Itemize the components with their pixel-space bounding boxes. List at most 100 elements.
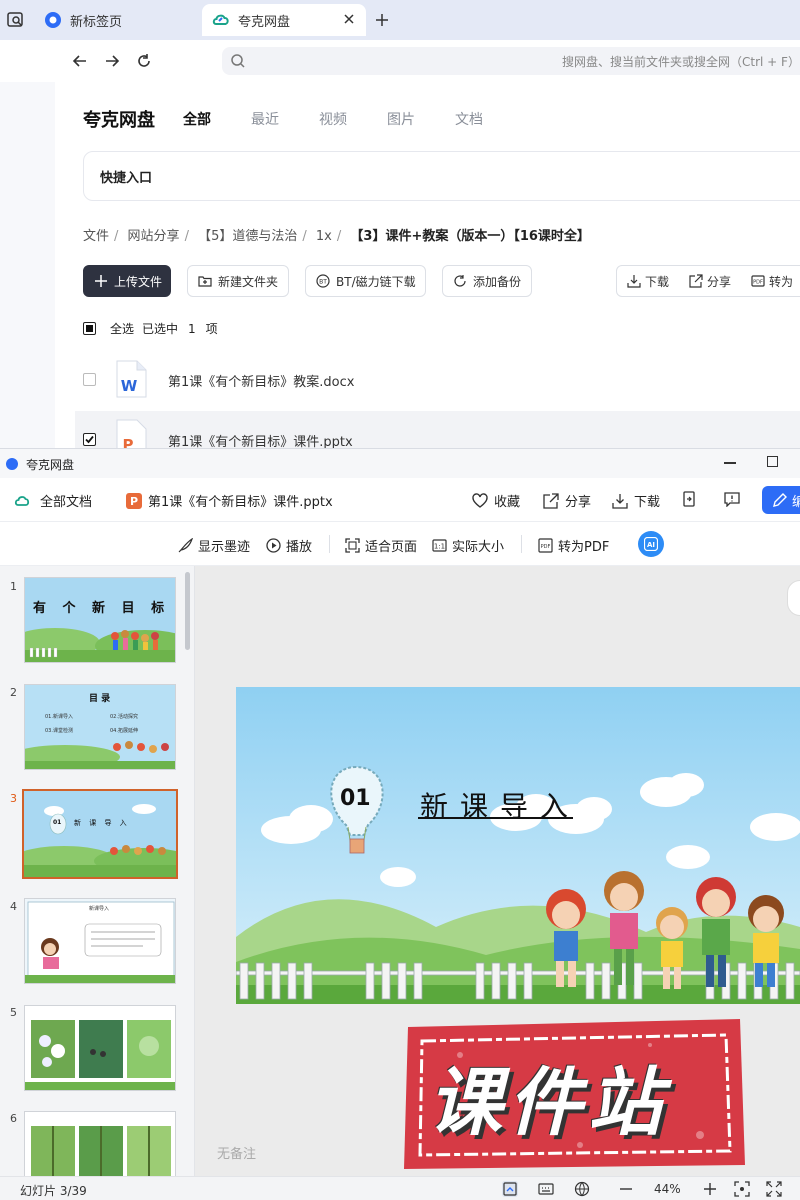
nav-tab-all[interactable]: 全部 — [183, 109, 211, 129]
search-input[interactable]: 搜网盘、搜当前文件夹或搜全网（Ctrl + F） — [222, 47, 800, 75]
toolbar-divider — [329, 535, 330, 553]
back-arrow-icon[interactable] — [70, 51, 90, 71]
folder-plus-icon — [198, 276, 212, 287]
selected-text: 已选中 — [142, 322, 179, 336]
word-doc-icon: W — [116, 360, 147, 398]
keyboard-icon[interactable] — [538, 1181, 554, 1197]
zoom-in-icon[interactable] — [702, 1181, 718, 1197]
breadcrumb-item[interactable]: 文件 — [83, 229, 109, 244]
svg-text:PDF: PDF — [753, 280, 763, 286]
file-checkbox-checked[interactable] — [83, 433, 96, 446]
quick-entry-panel[interactable]: 快捷入口 — [83, 151, 800, 201]
favorite-button[interactable]: 收藏 — [472, 491, 520, 510]
slide-thumbnail-1[interactable]: 有 个 新 目 标 — [24, 577, 176, 663]
notes-view-icon[interactable] — [502, 1181, 518, 1197]
minimize-icon[interactable] — [724, 462, 736, 464]
left-rail — [0, 82, 55, 448]
zoom-out-icon[interactable] — [618, 1181, 634, 1197]
actual-size-button[interactable]: 1:1 实际大小 — [432, 536, 504, 555]
new-tab-plus-icon[interactable] — [372, 10, 392, 30]
close-tab-icon[interactable] — [342, 12, 356, 26]
toc-item: 04.拓展延伸 — [110, 728, 138, 734]
checkmark-icon — [85, 435, 94, 444]
thumbnail-scene — [25, 578, 175, 662]
bt-label: BT/磁力链下载 — [336, 274, 416, 289]
file-checkbox[interactable] — [83, 373, 96, 386]
nav-tab-images[interactable]: 图片 — [387, 109, 415, 129]
convert-pdf-button[interactable]: PDF 转为PDF — [538, 536, 609, 555]
convert-button[interactable]: PDF 转为 — [751, 273, 793, 290]
share-doc-label: 分享 — [565, 495, 592, 510]
new-folder-button[interactable]: 新建文件夹 — [187, 265, 289, 297]
file-row[interactable]: W 第1课《有个新目标》教案.docx — [75, 350, 800, 408]
slide-title: 新课导入 — [420, 790, 581, 823]
svg-text:P: P — [130, 495, 138, 508]
fit-page-button[interactable]: 适合页面 — [345, 536, 417, 555]
feedback-button[interactable] — [724, 491, 746, 507]
edit-button[interactable]: 编 — [762, 486, 800, 514]
refresh-icon[interactable] — [134, 51, 154, 71]
thumbnail-scrollbar[interactable] — [185, 572, 190, 650]
tab-new-tab[interactable]: 新标签页 — [34, 4, 200, 36]
selected-unit: 项 — [205, 322, 218, 336]
download-button[interactable]: 下载 — [627, 273, 669, 290]
add-backup-button[interactable]: 添加备份 — [442, 265, 532, 297]
share-button[interactable]: 分享 — [689, 273, 731, 290]
fit-screen-icon[interactable] — [734, 1181, 750, 1197]
watermark-text: 课件站 — [428, 1060, 668, 1146]
slide-number: 4 — [10, 900, 17, 913]
svg-text:BT: BT — [319, 279, 327, 286]
nav-tab-video[interactable]: 视频 — [319, 109, 347, 129]
export-button[interactable] — [681, 491, 703, 507]
share-doc-button[interactable]: 分享 — [543, 491, 591, 510]
file-row-selected[interactable]: P 第1课《有个新目标》课件.pptx — [75, 411, 800, 448]
download-icon — [627, 275, 641, 288]
download-label: 下载 — [645, 274, 670, 289]
breadcrumb-item[interactable]: 【5】道德与法治 — [198, 229, 297, 244]
share-label: 分享 — [707, 274, 732, 289]
tab-search-icon[interactable] — [6, 10, 26, 30]
cloud-icon — [14, 495, 30, 506]
slide-notes: 无备注 — [217, 1147, 257, 1162]
pdf-convert-icon: PDF — [538, 538, 553, 553]
download-doc-button[interactable]: 下载 — [612, 491, 660, 510]
play-button[interactable]: 播放 — [266, 536, 312, 555]
ai-icon: AI — [644, 537, 658, 551]
feather-pen-icon — [178, 538, 193, 553]
fullscreen-icon[interactable] — [766, 1181, 782, 1197]
status-bar: 幻灯片 3/39 44% — [0, 1176, 800, 1200]
slide-thumbnail-panel: 1 有 个 新 目 标 2 目 录 01.新课导入 02.活动探究 03.课堂检… — [0, 566, 195, 1176]
show-ink-button[interactable]: 显示墨迹 — [178, 536, 250, 555]
select-all-checkbox[interactable] — [83, 322, 96, 335]
nav-tab-recent[interactable]: 最近 — [251, 109, 279, 129]
current-file-title: P 第1课《有个新目标》课件.pptx — [126, 491, 333, 510]
upload-label: 上传文件 — [114, 274, 163, 289]
backup-sync-icon — [454, 275, 466, 287]
breadcrumb-item[interactable]: 1x — [316, 229, 332, 244]
ai-assistant-button[interactable]: AI — [638, 531, 664, 557]
select-all-label[interactable]: 全选 — [110, 320, 134, 337]
slide-thumbnail-3-current[interactable]: 01 新 课 导 入 — [22, 789, 178, 879]
svg-text:P: P — [123, 436, 134, 448]
all-docs-button[interactable]: 全部文档 — [14, 491, 92, 510]
maximize-icon[interactable] — [767, 456, 778, 467]
tab-quark-drive[interactable]: 夸克网盘 — [202, 4, 366, 36]
bt-download-button[interactable]: BT BT/磁力链下载 — [305, 265, 426, 297]
slide-thumbnail-5[interactable] — [24, 1005, 176, 1091]
breadcrumb-item[interactable]: 网站分享 — [128, 229, 180, 244]
side-panel-toggle[interactable] — [787, 580, 800, 616]
slide-thumbnail-6[interactable] — [24, 1111, 176, 1176]
thumbnail-scene — [25, 1006, 175, 1090]
search-icon — [231, 54, 245, 68]
show-ink-label: 显示墨迹 — [198, 540, 251, 555]
forward-arrow-icon[interactable] — [102, 51, 122, 71]
slide-thumbnail-4[interactable]: 新课导入 — [24, 898, 176, 984]
file-name: 第1课《有个新目标》教案.docx — [168, 375, 355, 390]
tab-label: 新标签页 — [70, 14, 123, 30]
browser-logo-icon — [45, 12, 61, 28]
slide-thumbnail-2[interactable]: 目 录 01.新课导入 02.活动探究 03.课堂检测 04.拓展延伸 — [24, 684, 176, 770]
ppt-doc-icon: P — [116, 419, 147, 448]
upload-button[interactable]: 上传文件 — [83, 265, 171, 297]
globe-icon[interactable] — [574, 1181, 590, 1197]
nav-tab-docs[interactable]: 文档 — [455, 109, 483, 129]
